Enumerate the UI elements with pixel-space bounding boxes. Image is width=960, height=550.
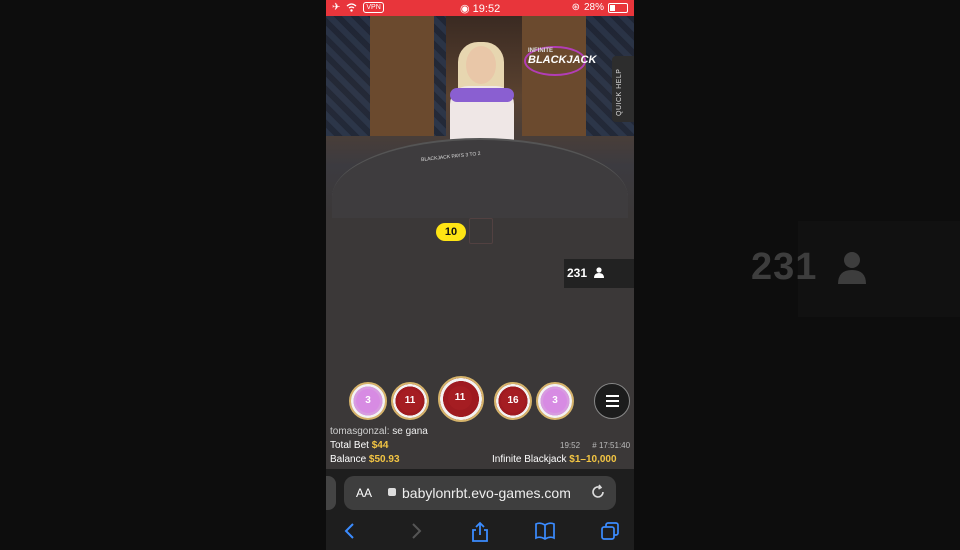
record-icon: ◉ xyxy=(460,3,470,15)
total-bet-value: $44 xyxy=(371,440,389,451)
safari-toolbar: AA babylonrbt.evo-games.com xyxy=(326,469,634,550)
status-bar: ✈ VPN ◉ 19:52 ⊛ 28% xyxy=(326,0,634,16)
card-placeholder xyxy=(469,218,493,244)
battery-percent: 28% xyxy=(583,2,604,13)
wood-panel-right xyxy=(522,16,586,136)
blurred-person-icon xyxy=(838,252,866,284)
chip-button[interactable]: 3 xyxy=(349,382,387,420)
table-name: Infinite Blackjack xyxy=(492,454,567,465)
lock-icon xyxy=(388,488,396,496)
balance-value: $50.93 xyxy=(368,454,400,465)
status-time: ◉ 19:52 xyxy=(460,3,501,15)
url-text[interactable]: babylonrbt.evo-games.com xyxy=(402,485,571,501)
chat-text: se gana xyxy=(392,426,428,437)
chip-button[interactable]: 3 xyxy=(536,382,574,420)
blurred-viewer-count: 231 xyxy=(751,246,818,288)
back-icon[interactable] xyxy=(342,521,358,541)
total-bet: Total Bet $44 xyxy=(330,440,389,451)
blurred-viewer-box xyxy=(798,221,960,317)
table-limit-value: $1–10,000 xyxy=(569,454,617,465)
left-blur-backdrop xyxy=(0,0,326,550)
chat-message: tomasgonzal: se gana xyxy=(330,426,428,437)
wifi-icon xyxy=(346,3,357,12)
address-bar[interactable]: AA babylonrbt.evo-games.com xyxy=(344,476,616,510)
chip-button[interactable]: 16 xyxy=(494,382,532,420)
chip-button[interactable]: 11 xyxy=(391,382,429,420)
forward-icon[interactable] xyxy=(408,521,424,541)
previous-tab-edge[interactable] xyxy=(326,476,336,510)
chat-username: tomasgonzal: xyxy=(330,426,390,437)
chip-button-selected[interactable]: 11 xyxy=(438,376,484,422)
table-limits: Infinite Blackjack $1–10,000 xyxy=(492,454,617,465)
game-logo: INFINITE BLACKJACK xyxy=(524,46,596,76)
viewer-count: 231 xyxy=(567,266,588,280)
wood-panel-left xyxy=(370,16,434,136)
phone-screen: ✈ VPN ◉ 19:52 ⊛ 28% INFINITE BLACKJACK B… xyxy=(326,0,634,550)
bookmarks-icon[interactable] xyxy=(534,521,556,541)
balance: Balance $50.93 xyxy=(330,454,400,465)
reload-icon[interactable] xyxy=(590,484,606,500)
quick-help-tab[interactable]: QUICK HELP xyxy=(612,56,634,122)
battery-icon xyxy=(608,2,628,13)
orientation-lock-icon: ⊛ xyxy=(571,2,580,13)
round-id: # 17:51:40 xyxy=(592,441,631,450)
tabs-icon[interactable] xyxy=(600,521,620,541)
share-icon[interactable] xyxy=(470,521,490,543)
airplane-icon: ✈ xyxy=(332,2,341,13)
reader-settings-button[interactable]: AA xyxy=(356,486,372,500)
menu-button[interactable] xyxy=(594,383,630,419)
person-icon xyxy=(594,267,604,278)
live-video-feed: INFINITE BLACKJACK BLACKJACK PAYS 3 TO 2 xyxy=(326,16,634,218)
round-info: 19:52 # 17:51:40 xyxy=(560,441,630,450)
round-time: 19:52 xyxy=(560,441,581,450)
viewer-count-box: 231 xyxy=(564,259,634,288)
hand-score-badge: 10 xyxy=(436,223,466,241)
vpn-badge: VPN xyxy=(363,2,384,13)
